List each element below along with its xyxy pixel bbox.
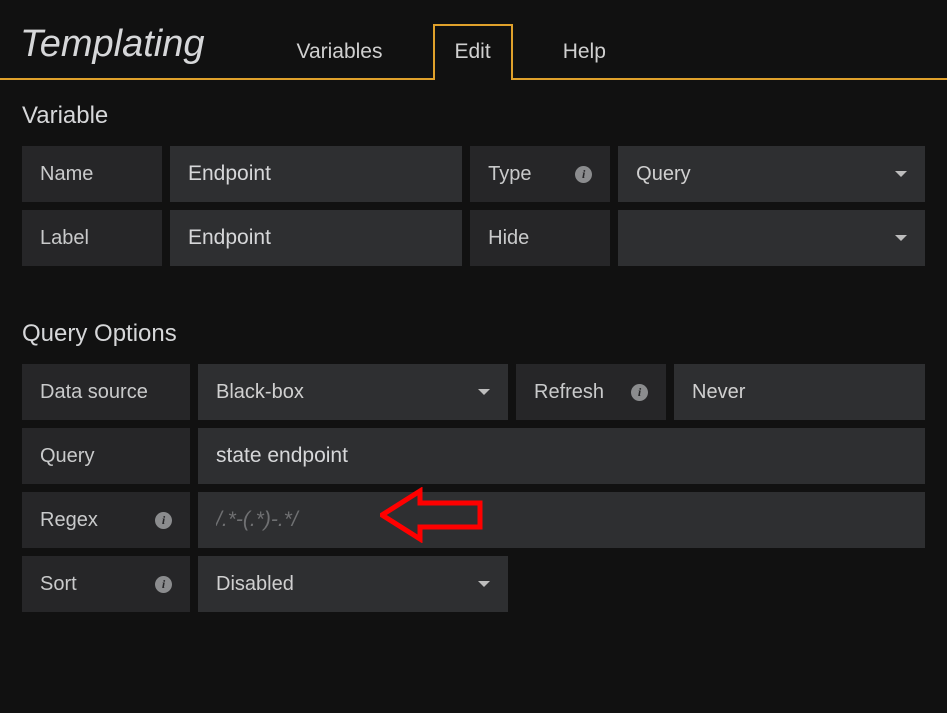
page-title: Templating [20, 23, 205, 78]
variable-row-1: Name Type i Query [22, 146, 925, 202]
query-row-query: Query [22, 428, 925, 484]
datasource-select-value: Black-box [216, 381, 304, 404]
tab-edit[interactable]: Edit [433, 24, 513, 80]
query-options-section: Query Options Data source Black-box Refr… [0, 278, 947, 624]
info-icon[interactable]: i [631, 384, 648, 401]
sort-select-value: Disabled [216, 573, 294, 596]
name-input-wrap [170, 146, 462, 202]
chevron-down-icon [895, 235, 907, 241]
chevron-down-icon [478, 389, 490, 395]
label-input[interactable] [188, 226, 444, 250]
regex-input-wrap [198, 492, 925, 548]
refresh-label: Refresh i [516, 364, 666, 420]
type-select[interactable]: Query [618, 146, 925, 202]
query-row-datasource: Data source Black-box Refresh i Never [22, 364, 925, 420]
regex-input[interactable] [216, 508, 907, 532]
query-row-sort: Sort i Disabled [22, 556, 925, 612]
datasource-select[interactable]: Black-box [198, 364, 508, 420]
type-label-text: Type [488, 163, 531, 186]
chevron-down-icon [895, 171, 907, 177]
sort-label: Sort i [22, 556, 190, 612]
name-input[interactable] [188, 162, 444, 186]
query-input-wrap [198, 428, 925, 484]
tab-variables[interactable]: Variables [275, 24, 405, 80]
info-icon[interactable]: i [155, 512, 172, 529]
refresh-label-text: Refresh [534, 381, 604, 404]
query-label: Query [22, 428, 190, 484]
tab-help[interactable]: Help [541, 24, 628, 80]
query-input[interactable] [216, 444, 907, 468]
sort-select[interactable]: Disabled [198, 556, 508, 612]
info-icon[interactable]: i [575, 166, 592, 183]
label-input-wrap [170, 210, 462, 266]
info-icon[interactable]: i [155, 576, 172, 593]
query-options-title: Query Options [22, 320, 925, 348]
regex-label-text: Regex [40, 509, 98, 532]
query-row-regex: Regex i [22, 492, 925, 548]
type-select-value: Query [636, 163, 690, 186]
variable-section: Variable Name Type i Query Label Hide [0, 80, 947, 278]
header: Templating Variables Edit Help [0, 0, 947, 80]
type-label: Type i [470, 146, 610, 202]
variable-row-2: Label Hide [22, 210, 925, 266]
sort-label-text: Sort [40, 573, 77, 596]
refresh-select[interactable]: Never [674, 364, 925, 420]
chevron-down-icon [478, 581, 490, 587]
regex-label: Regex i [22, 492, 190, 548]
name-label: Name [22, 146, 162, 202]
hide-label: Hide [470, 210, 610, 266]
hide-select[interactable] [618, 210, 925, 266]
label-label: Label [22, 210, 162, 266]
datasource-label: Data source [22, 364, 190, 420]
tabs: Variables Edit Help [275, 0, 628, 78]
refresh-select-value: Never [692, 381, 745, 404]
variable-section-title: Variable [22, 102, 925, 130]
